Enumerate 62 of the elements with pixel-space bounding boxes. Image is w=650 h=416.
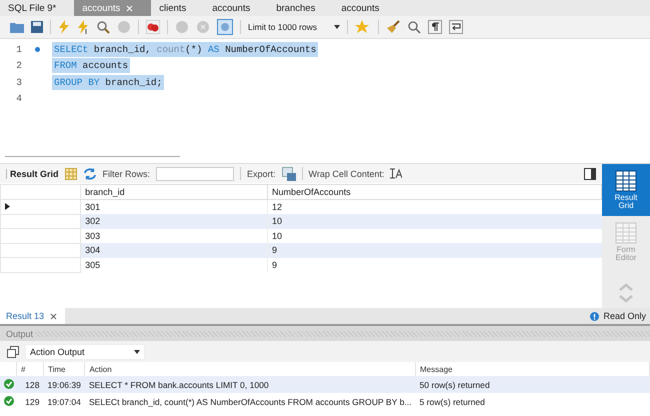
star-icon[interactable] [355,20,371,34]
lightning-cursor-icon[interactable] [77,20,89,34]
wrap-cell-content-label: Wrap Cell Content: [308,168,384,178]
autocommit-toggle-icon[interactable] [217,19,233,35]
grid-icon [615,222,637,244]
grid-icon [615,170,637,192]
magnifier-icon[interactable] [96,20,110,34]
folder-icon[interactable] [10,21,24,33]
editor-tab[interactable]: accounts [333,0,398,16]
wrap-icon[interactable] [449,20,463,34]
info-icon [590,312,600,320]
paragraph-icon[interactable] [428,20,442,34]
success-icon [4,396,14,406]
filter-rows-field[interactable] [156,166,234,180]
table-cell: 302 [80,214,268,228]
table-cell: 304 [80,243,268,258]
column-header[interactable]: branch_id [80,184,268,200]
editor-tab[interactable]: SQL File 9* [0,0,74,16]
view-switch-tab[interactable]: Result Grid [602,164,650,216]
table-cell: 9 [268,243,602,258]
table-cell: 128 [16,376,44,393]
line-number: 2 [15,60,22,72]
limit-dropdown[interactable]: Limit to 1000 rows [248,22,340,32]
broom-icon[interactable] [386,20,400,34]
close-icon[interactable] [50,312,58,320]
line-number: 3 [15,76,22,88]
export-icon[interactable] [282,166,296,180]
statement-dot-icon [34,46,40,52]
success-icon [4,378,14,388]
output-panel-title: Output [6,328,34,338]
read-only-label: Read Only [603,311,646,321]
table-cell: 5 row(s) returned [416,393,650,410]
caret-icon[interactable] [134,350,140,354]
filter-rows-label: Filter Rows: [102,168,150,178]
table-cell: 10 [268,214,602,228]
column-header[interactable]: NumberOfAccounts [268,184,602,200]
editor-tab[interactable]: branches [268,0,334,16]
table-cell: 129 [16,393,44,410]
line-number: 1 [15,44,22,55]
output-type-dropdown[interactable]: Action Output [25,344,145,360]
caret-icon[interactable] [334,25,340,29]
refresh-icon[interactable] [82,168,97,180]
table-cell: 19:07:04 [44,393,85,410]
copy-icon[interactable] [7,346,19,358]
row-pointer-icon [5,202,10,210]
result-grid-label: Result Grid [6,168,59,178]
table-cell: 19:06:39 [44,376,85,393]
save-icon[interactable] [31,21,43,33]
line-number: 4 [15,93,22,104]
editor-tab[interactable]: accounts [204,0,268,16]
error-toggle-icon[interactable] [146,20,160,34]
search-icon[interactable] [407,20,421,34]
result-tab[interactable]: Result 13 [0,308,66,324]
sql-editor[interactable]: 1 SELECt branch_id, count(*) AS NumberOfAccounts 2 FROM accounts 3 GROUP BY branch_id; 4 [0,39,650,149]
table-cell: 305 [80,258,268,272]
editor-tab[interactable]: clients [151,0,204,16]
panel-toggle-icon[interactable] [584,168,596,180]
export-label: Export: [247,168,276,178]
table-cell: 50 row(s) returned [416,376,650,393]
wrap-text-icon[interactable] [390,168,402,179]
table-cell: SELECT * FROM bank.accounts LIMIT 0, 1000 [84,376,416,393]
table-cell: SELECt branch_id, count(*) AS NumberOfAccounts FROM accounts GROUP BY b... [84,393,416,410]
